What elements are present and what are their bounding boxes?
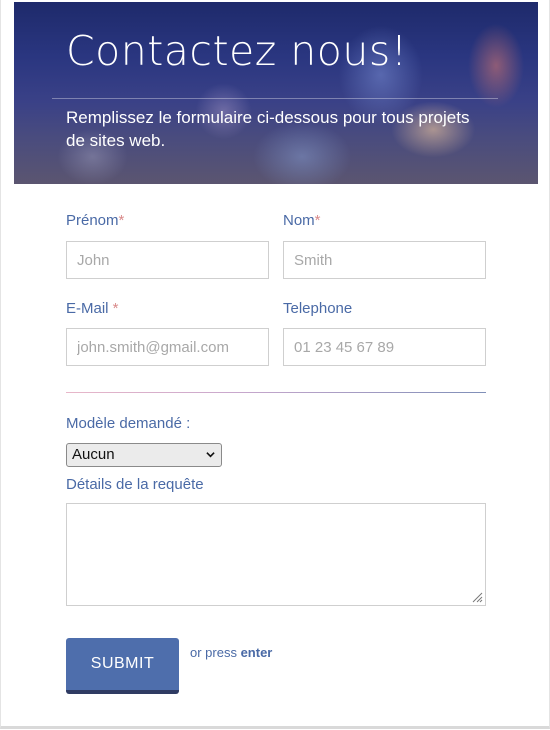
first-name-label-text: Prénom <box>66 212 119 229</box>
details-textarea[interactable] <box>66 503 486 606</box>
resize-grip-icon[interactable] <box>471 591 483 603</box>
enter-hint-prefix: or press <box>190 645 241 660</box>
page-title: Contactez nous! <box>66 27 408 75</box>
model-label: Modèle demandé : <box>66 415 191 432</box>
required-marker: * <box>314 212 321 229</box>
email-input[interactable] <box>66 328 269 366</box>
last-name-input[interactable] <box>283 241 486 279</box>
required-marker: * <box>112 300 119 317</box>
details-label: Détails de la requête <box>66 476 204 493</box>
header-divider <box>52 98 498 99</box>
first-name-input[interactable] <box>66 241 269 279</box>
submit-button[interactable]: SUBMIT <box>66 638 179 694</box>
first-name-label: Prénom* <box>66 212 124 229</box>
hero-banner: Contactez nous! Remplissez le formulaire… <box>14 2 538 184</box>
last-name-label-text: Nom <box>283 212 315 229</box>
model-select[interactable]: Aucun <box>66 443 222 467</box>
page-subtitle: Remplissez le formulaire ci-dessous pour… <box>66 108 470 150</box>
model-select-value: Aucun <box>72 446 115 463</box>
required-marker: * <box>118 212 125 229</box>
email-label: E-Mail * <box>66 300 119 317</box>
phone-label: Telephone <box>283 300 353 317</box>
section-divider <box>66 392 486 393</box>
email-label-text: E-Mail <box>66 300 113 317</box>
page-frame: Contactez nous! Remplissez le formulaire… <box>0 0 550 729</box>
enter-key-label: enter <box>240 645 273 660</box>
chevron-down-icon <box>206 452 215 458</box>
last-name-label: Nom* <box>283 212 321 229</box>
phone-input[interactable] <box>283 328 486 366</box>
enter-hint: or press enter <box>190 645 272 660</box>
